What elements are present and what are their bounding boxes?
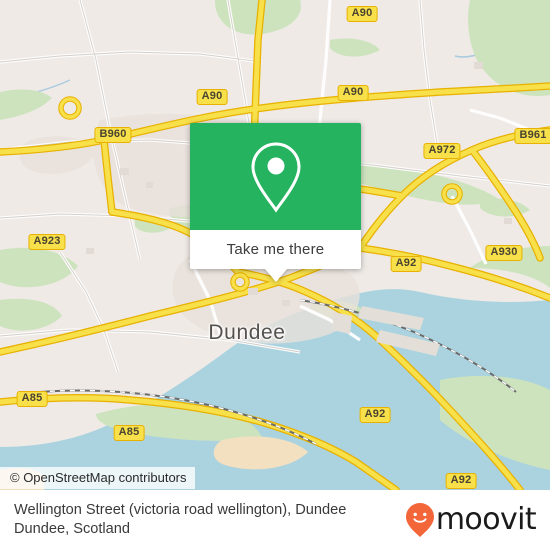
take-me-there-label: Take me there [226,241,325,258]
road-shield-a85: A85 [113,425,145,441]
road-shield-a923: A923 [28,234,66,250]
road-shield-a90: A90 [196,89,228,105]
city-label-dundee: Dundee [208,321,286,344]
road-shield-a92: A92 [445,473,477,489]
moovit-map-screenshot: A90 A90 A90 B960 B961 A972 A923 A930 A92 A85 A85 A9… [0,0,550,550]
osm-attribution[interactable]: © OpenStreetMap contributors [0,467,195,489]
road-shield-a972: A972 [423,143,461,159]
road-shield-b961: B961 [514,128,550,144]
road-shield-a930: A930 [485,245,523,261]
take-me-there-button[interactable]: Take me there [190,230,361,269]
road-shield-a92: A92 [390,256,422,272]
road-shield-a92: A92 [359,407,391,423]
moovit-pin-icon [405,503,434,537]
location-title-line2: Dundee, Scotland [14,521,131,537]
map-pin-icon [250,141,301,213]
road-shield-b960: B960 [94,127,132,143]
moovit-wordmark: moovit [435,502,537,537]
footer-bar: Wellington Street (victoria road welling… [0,490,550,550]
road-shield-a85: A85 [16,391,48,407]
road-shield-a90: A90 [346,6,378,22]
moovit-logo[interactable]: moovit [405,502,550,538]
location-popup-card[interactable]: Take me there [190,123,361,282]
map-canvas[interactable]: A90 A90 A90 B960 B961 A972 A923 A930 A92 A85 A85 A9… [0,0,550,490]
popup-tail-pointer [264,269,287,282]
road-shield-a90: A90 [337,85,369,101]
location-title: Wellington Street (victoria road welling… [0,501,405,539]
popup-image-area [190,123,361,230]
location-title-line1: Wellington Street (victoria road welling… [14,502,347,518]
